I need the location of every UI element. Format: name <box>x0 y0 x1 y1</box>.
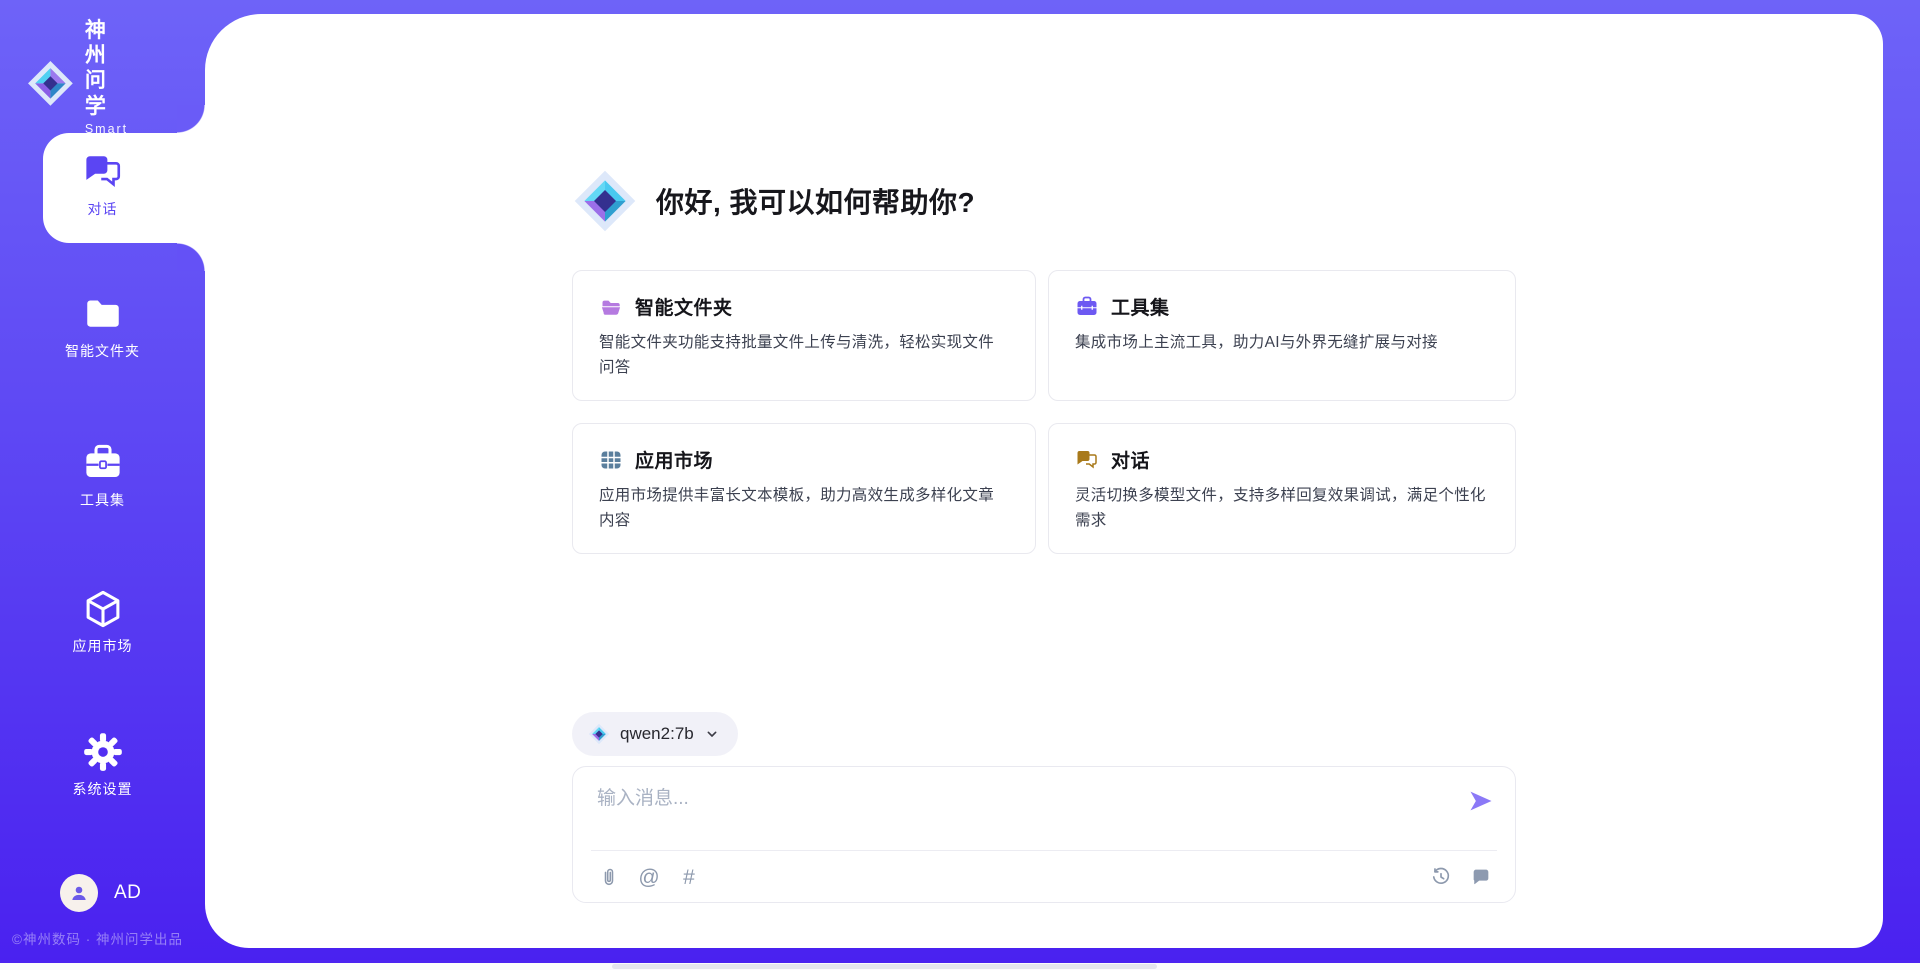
card-description: 集成市场上主流工具，助力AI与外界无缝扩展与对接 <box>1075 330 1489 355</box>
message-composer: @ # <box>572 766 1516 903</box>
composer-divider <box>591 850 1497 851</box>
sidebar-item-settings[interactable]: 系统设置 <box>0 731 205 799</box>
sidebar-item-label: 系统设置 <box>0 779 205 799</box>
grid-cube-icon <box>599 448 623 472</box>
card-smart-folder[interactable]: 智能文件夹 智能文件夹功能支持批量文件上传与清洗，轻松实现文件问答 <box>572 270 1036 401</box>
history-icon[interactable] <box>1429 865 1453 889</box>
sidebar-item-label: 对话 <box>0 199 205 219</box>
main-panel: 你好, 我可以如何帮助你? 智能文件夹 智能文件夹功能支持批量文件上传与清洗，轻… <box>205 14 1883 948</box>
card-chat[interactable]: 对话 灵活切换多模型文件，支持多样回复效果调试，满足个性化需求 <box>1048 423 1516 554</box>
topic-hash-icon[interactable]: # <box>677 865 701 889</box>
message-input[interactable] <box>597 783 1417 839</box>
user-profile[interactable]: AD <box>60 874 141 912</box>
send-icon[interactable] <box>1467 787 1495 815</box>
open-folder-icon <box>599 295 623 319</box>
card-title: 智能文件夹 <box>635 293 733 320</box>
card-description: 智能文件夹功能支持批量文件上传与清洗，轻松实现文件问答 <box>599 330 1009 380</box>
gear-icon <box>82 731 124 773</box>
sidebar-item-label: 智能文件夹 <box>0 341 205 361</box>
toolbox-icon <box>82 442 124 484</box>
chevron-down-icon <box>704 726 720 742</box>
sidebar-item-chat[interactable]: 对话 <box>0 151 205 219</box>
user-name: AD <box>114 882 141 904</box>
assistant-diamond-icon <box>572 168 638 234</box>
brand-diamond-icon <box>26 59 75 108</box>
model-selector[interactable]: qwen2:7b <box>572 712 738 756</box>
app-window: 神州问学 Smart Vision 你好, 我可以如何帮助你? <box>0 0 1920 970</box>
card-app-market[interactable]: 应用市场 应用市场提供丰富长文本模板，助力高效生成多样化文章内容 <box>572 423 1036 554</box>
sidebar-item-toolset[interactable]: 工具集 <box>0 442 205 510</box>
greeting-title: 你好, 我可以如何帮助你? <box>656 181 975 221</box>
horizontal-scrollbar[interactable] <box>0 963 1920 970</box>
comment-bubble-icon[interactable] <box>1469 865 1493 889</box>
toolbox-icon <box>1075 295 1099 319</box>
mention-icon[interactable]: @ <box>637 865 661 889</box>
sidebar-item-smart-folder[interactable]: 智能文件夹 <box>0 293 205 361</box>
card-description: 灵活切换多模型文件，支持多样回复效果调试，满足个性化需求 <box>1075 483 1489 533</box>
copyright: ©神州数码 · 神州问学出品 <box>12 928 212 948</box>
sidebar-item-label: 工具集 <box>0 490 205 510</box>
model-diamond-icon <box>588 723 610 745</box>
attach-file-icon[interactable] <box>597 865 621 889</box>
brand: 神州问学 Smart Vision <box>26 18 131 150</box>
card-title: 对话 <box>1111 446 1150 473</box>
card-toolset[interactable]: 工具集 集成市场上主流工具，助力AI与外界无缝扩展与对接 <box>1048 270 1516 401</box>
scrollbar-thumb[interactable] <box>612 964 1157 969</box>
card-description: 应用市场提供丰富长文本模板，助力高效生成多样化文章内容 <box>599 483 1009 533</box>
sidebar-item-label: 应用市场 <box>0 636 205 656</box>
card-title: 工具集 <box>1111 293 1170 320</box>
chat-icon <box>82 151 124 193</box>
feature-cards: 智能文件夹 智能文件夹功能支持批量文件上传与清洗，轻松实现文件问答 工具集 <box>572 270 1516 554</box>
sidebar-item-app-market[interactable]: 应用市场 <box>0 588 205 656</box>
chat-icon <box>1075 448 1099 472</box>
person-icon <box>67 881 91 905</box>
model-name: qwen2:7b <box>620 724 694 744</box>
tab-fillet-bottom <box>177 243 205 271</box>
folder-icon <box>82 293 124 335</box>
greeting: 你好, 我可以如何帮助你? <box>572 168 1516 234</box>
tab-fillet-top <box>177 105 205 133</box>
cube-icon <box>82 588 124 630</box>
card-title: 应用市场 <box>635 446 713 473</box>
avatar <box>60 874 98 912</box>
brand-name: 神州问学 <box>85 18 131 119</box>
